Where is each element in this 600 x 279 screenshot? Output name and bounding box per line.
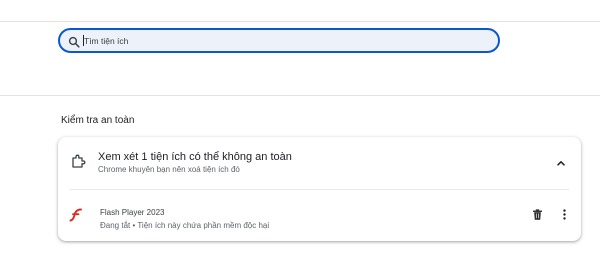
- flash-icon: [68, 207, 84, 223]
- card-divider: [70, 189, 569, 190]
- search-icon: [68, 35, 80, 48]
- safety-check-card: Xem xét 1 tiện ích có thể không an toàn …: [58, 137, 581, 241]
- trash-icon[interactable]: [531, 208, 544, 221]
- extension-status: Đang tắt • Tiện ích này chứa phần mềm độ…: [100, 221, 270, 230]
- card-title: Xem xét 1 tiện ích có thể không an toàn: [98, 151, 292, 163]
- search-input[interactable]: [84, 32, 484, 49]
- search-box[interactable]: [58, 28, 500, 53]
- extension-name: Flash Player 2023: [100, 208, 165, 217]
- puzzle-icon: [70, 153, 86, 169]
- section-title: Kiểm tra an toàn: [61, 115, 135, 126]
- card-subtitle: Chrome khuyên bạn nên xoá tiện ích đó: [98, 165, 240, 174]
- chevron-up-icon[interactable]: [555, 156, 567, 168]
- top-divider: [0, 21, 600, 22]
- more-vert-icon[interactable]: [558, 208, 571, 221]
- section-divider: [0, 95, 600, 96]
